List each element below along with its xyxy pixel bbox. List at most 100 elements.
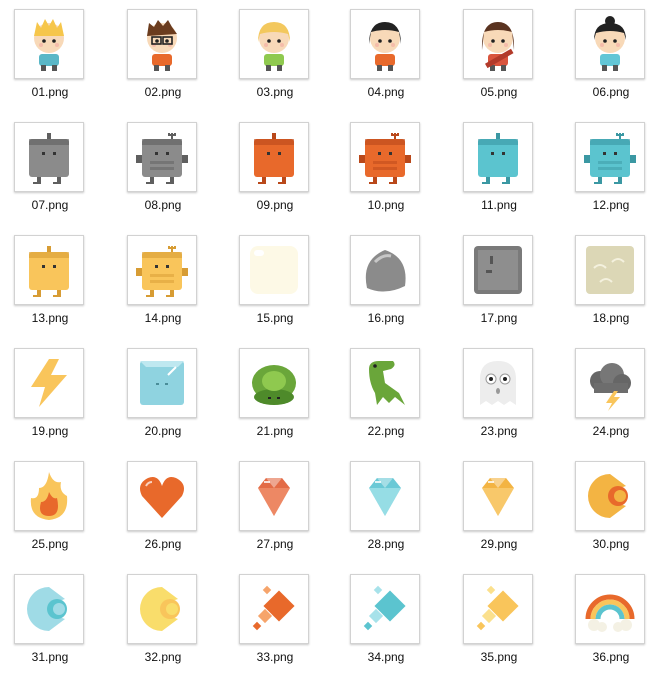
file-name-label[interactable]: 29.png: [449, 537, 549, 551]
file-thumbnail[interactable]: [350, 348, 420, 418]
file-name-label[interactable]: 35.png: [449, 650, 549, 664]
file-item[interactable]: 08.png: [113, 113, 213, 226]
file-thumbnail[interactable]: [350, 122, 420, 192]
file-name-label[interactable]: 01.png: [0, 85, 100, 99]
file-item[interactable]: 18.png: [561, 226, 647, 339]
file-thumbnail[interactable]: [350, 461, 420, 531]
file-name-label[interactable]: 26.png: [113, 537, 213, 551]
file-name-label[interactable]: 22.png: [336, 424, 436, 438]
file-item[interactable]: 31.png: [0, 565, 100, 678]
file-thumbnail[interactable]: [14, 9, 84, 79]
file-item[interactable]: 15.png: [225, 226, 325, 339]
file-name-label[interactable]: 14.png: [113, 311, 213, 325]
file-thumbnail[interactable]: [463, 235, 533, 305]
file-thumbnail[interactable]: [127, 574, 197, 644]
file-name-label[interactable]: 12.png: [561, 198, 647, 212]
file-thumbnail[interactable]: [350, 235, 420, 305]
file-thumbnail[interactable]: [239, 235, 309, 305]
file-item[interactable]: 10.png: [336, 113, 436, 226]
file-name-label[interactable]: 36.png: [561, 650, 647, 664]
file-thumbnail[interactable]: [127, 348, 197, 418]
file-name-label[interactable]: 10.png: [336, 198, 436, 212]
file-item[interactable]: 07.png: [0, 113, 100, 226]
file-thumbnail[interactable]: [463, 348, 533, 418]
file-name-label[interactable]: 27.png: [225, 537, 325, 551]
file-thumbnail[interactable]: [575, 9, 645, 79]
file-thumbnail[interactable]: [575, 235, 645, 305]
file-item[interactable]: 16.png: [336, 226, 436, 339]
file-item[interactable]: 09.png: [225, 113, 325, 226]
file-name-label[interactable]: 33.png: [225, 650, 325, 664]
file-thumbnail[interactable]: [127, 9, 197, 79]
file-thumbnail[interactable]: [463, 9, 533, 79]
file-item[interactable]: 35.png: [449, 565, 549, 678]
file-item[interactable]: 13.png: [0, 226, 100, 339]
file-name-label[interactable]: 07.png: [0, 198, 100, 212]
file-thumbnail[interactable]: [14, 574, 84, 644]
file-thumbnail[interactable]: [127, 461, 197, 531]
file-thumbnail[interactable]: [127, 122, 197, 192]
file-item[interactable]: 29.png: [449, 452, 549, 565]
file-name-label[interactable]: 13.png: [0, 311, 100, 325]
file-item[interactable]: 06.png: [561, 0, 647, 113]
file-name-label[interactable]: 20.png: [113, 424, 213, 438]
file-thumbnail[interactable]: [575, 348, 645, 418]
file-name-label[interactable]: 15.png: [225, 311, 325, 325]
file-name-label[interactable]: 05.png: [449, 85, 549, 99]
file-item[interactable]: 33.png: [225, 565, 325, 678]
file-name-label[interactable]: 25.png: [0, 537, 100, 551]
file-item[interactable]: 26.png: [113, 452, 213, 565]
file-thumbnail[interactable]: [14, 235, 84, 305]
file-item[interactable]: 25.png: [0, 452, 100, 565]
file-item[interactable]: 28.png: [336, 452, 436, 565]
file-thumbnail[interactable]: [463, 461, 533, 531]
file-thumbnail[interactable]: [575, 122, 645, 192]
file-thumbnail[interactable]: [239, 461, 309, 531]
file-thumbnail[interactable]: [350, 9, 420, 79]
file-item[interactable]: 32.png: [113, 565, 213, 678]
file-item[interactable]: 36.png: [561, 565, 647, 678]
file-thumbnail[interactable]: [239, 122, 309, 192]
file-thumbnail[interactable]: [239, 574, 309, 644]
file-thumbnail[interactable]: [239, 348, 309, 418]
file-name-label[interactable]: 34.png: [336, 650, 436, 664]
file-item[interactable]: 27.png: [225, 452, 325, 565]
file-name-label[interactable]: 30.png: [561, 537, 647, 551]
file-thumbnail[interactable]: [239, 9, 309, 79]
file-item[interactable]: 11.png: [449, 113, 549, 226]
file-item[interactable]: 12.png: [561, 113, 647, 226]
file-thumbnail[interactable]: [350, 574, 420, 644]
file-name-label[interactable]: 23.png: [449, 424, 549, 438]
file-item[interactable]: 19.png: [0, 339, 100, 452]
file-item[interactable]: 05.png: [449, 0, 549, 113]
file-item[interactable]: 03.png: [225, 0, 325, 113]
file-name-label[interactable]: 08.png: [113, 198, 213, 212]
file-name-label[interactable]: 24.png: [561, 424, 647, 438]
file-name-label[interactable]: 09.png: [225, 198, 325, 212]
file-name-label[interactable]: 02.png: [113, 85, 213, 99]
file-item[interactable]: 02.png: [113, 0, 213, 113]
file-name-label[interactable]: 19.png: [0, 424, 100, 438]
file-item[interactable]: 20.png: [113, 339, 213, 452]
file-item[interactable]: 23.png: [449, 339, 549, 452]
file-name-label[interactable]: 11.png: [449, 198, 549, 212]
file-item[interactable]: 22.png: [336, 339, 436, 452]
file-item[interactable]: 34.png: [336, 565, 436, 678]
file-item[interactable]: 17.png: [449, 226, 549, 339]
file-name-label[interactable]: 06.png: [561, 85, 647, 99]
file-thumbnail[interactable]: [463, 122, 533, 192]
file-name-label[interactable]: 31.png: [0, 650, 100, 664]
file-thumbnail[interactable]: [14, 461, 84, 531]
file-item[interactable]: 30.png: [561, 452, 647, 565]
file-thumbnail[interactable]: [575, 461, 645, 531]
file-name-label[interactable]: 32.png: [113, 650, 213, 664]
file-name-label[interactable]: 21.png: [225, 424, 325, 438]
file-name-label[interactable]: 03.png: [225, 85, 325, 99]
file-thumbnail[interactable]: [463, 574, 533, 644]
file-thumbnail[interactable]: [14, 348, 84, 418]
file-item[interactable]: 14.png: [113, 226, 213, 339]
file-name-label[interactable]: 04.png: [336, 85, 436, 99]
file-thumbnail[interactable]: [127, 235, 197, 305]
file-item[interactable]: 21.png: [225, 339, 325, 452]
file-item[interactable]: 01.png: [0, 0, 100, 113]
